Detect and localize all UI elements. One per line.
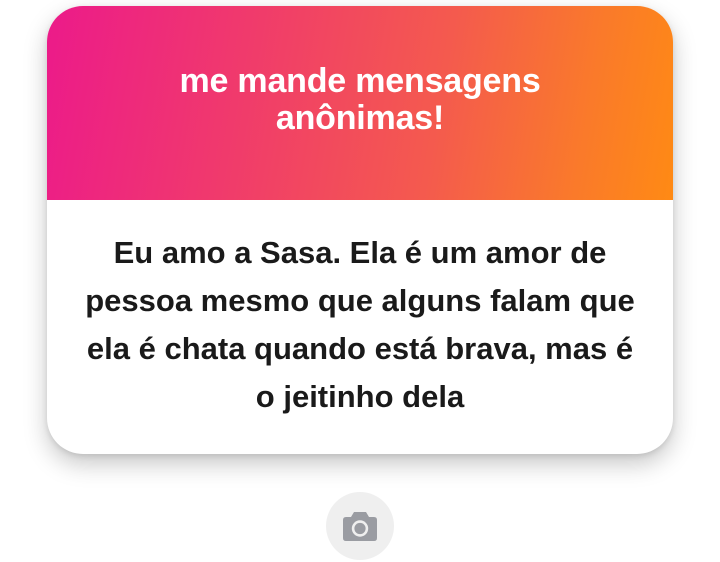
message-text: Eu amo a Sasa. Ela é um amor de pessoa m… [85, 235, 635, 414]
camera-icon [343, 512, 377, 541]
story-sticker-screen: me mande mensagens anônimas! Eu amo a Sa… [0, 0, 720, 562]
card-title: me mande mensagens anônimas! [179, 62, 541, 137]
camera-button[interactable] [326, 492, 394, 560]
card-header: me mande mensagens anônimas! [47, 6, 673, 200]
anonymous-message-card: me mande mensagens anônimas! Eu amo a Sa… [47, 6, 673, 454]
card-body: Eu amo a Sasa. Ela é um amor de pessoa m… [47, 200, 673, 454]
